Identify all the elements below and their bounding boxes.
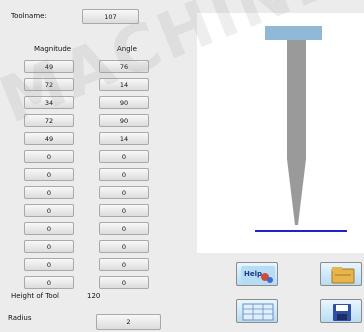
save-disk-icon: [333, 304, 351, 321]
magnitude-cell[interactable]: 0: [24, 276, 74, 289]
angle-cell[interactable]: 0: [99, 258, 149, 271]
magnitude-cell[interactable]: 0: [24, 186, 74, 199]
angle-cell[interactable]: 0: [99, 276, 149, 289]
magnitude-cell[interactable]: 49: [24, 60, 74, 73]
help-icon: Help: [241, 266, 275, 284]
angle-cell[interactable]: 0: [99, 186, 149, 199]
toolname-field[interactable]: 107: [82, 9, 139, 24]
angle-cell[interactable]: 14: [99, 78, 149, 91]
grid-icon: [242, 303, 274, 321]
tool-drawing: [255, 26, 347, 232]
radius-label: Radius: [8, 314, 32, 322]
magnitude-cell[interactable]: 49: [24, 132, 74, 145]
magnitude-header: Magnitude: [34, 45, 72, 53]
tool-preview-canvas: [197, 13, 364, 253]
radius-field[interactable]: 2: [96, 314, 161, 330]
help-button[interactable]: Help: [236, 262, 278, 286]
magnitude-cell[interactable]: 0: [24, 204, 74, 217]
angle-cell[interactable]: 0: [99, 240, 149, 253]
angle-cell[interactable]: 0: [99, 168, 149, 181]
angle-cell[interactable]: 76: [99, 60, 149, 73]
angle-cell[interactable]: 0: [99, 204, 149, 217]
angle-cell[interactable]: 90: [99, 96, 149, 109]
open-folder-icon: [331, 267, 355, 284]
magnitude-cell[interactable]: 34: [24, 96, 74, 109]
magnitude-cell[interactable]: 0: [24, 168, 74, 181]
tool-body: [287, 40, 306, 225]
magnitude-cell[interactable]: 0: [24, 150, 74, 163]
angle-cell[interactable]: 0: [99, 150, 149, 163]
angle-cell[interactable]: 14: [99, 132, 149, 145]
angle-header: Angle: [117, 45, 137, 53]
save-button[interactable]: [320, 299, 362, 323]
height-of-tool-label: Height of Tool: [11, 292, 59, 300]
height-of-tool-value: 120: [87, 292, 101, 300]
angle-cell[interactable]: 0: [99, 222, 149, 235]
open-button[interactable]: [320, 262, 362, 286]
magnitude-cell[interactable]: 0: [24, 240, 74, 253]
svg-text:Help: Help: [244, 270, 262, 278]
magnitude-cell[interactable]: 0: [24, 222, 74, 235]
magnitude-cell[interactable]: 72: [24, 114, 74, 127]
toolname-label: Toolname:: [11, 12, 47, 20]
magnitude-cell[interactable]: 72: [24, 78, 74, 91]
angle-cell[interactable]: 90: [99, 114, 149, 127]
tool-shank-top: [265, 26, 322, 40]
grid-button[interactable]: [236, 299, 278, 323]
magnitude-cell[interactable]: 0: [24, 258, 74, 271]
